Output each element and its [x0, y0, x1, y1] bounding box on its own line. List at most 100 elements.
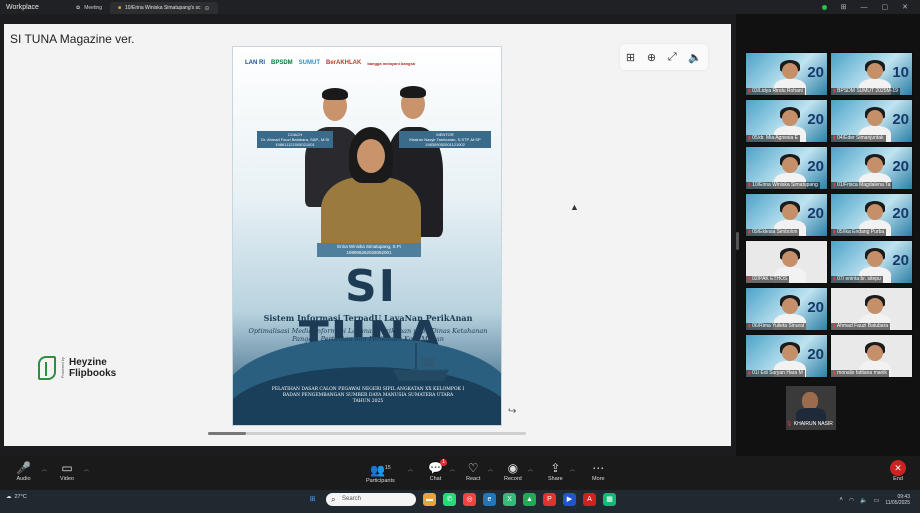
volume-icon[interactable]: 🔈 — [860, 497, 867, 504]
chat-icon: 💬 1 — [428, 459, 447, 476]
app-icon[interactable]: ▲ — [523, 493, 536, 506]
mentor-nip: 198309052001121002 — [425, 142, 465, 147]
background-number: 20 — [807, 158, 824, 175]
muted-mic-icon: ▮ — [833, 370, 836, 376]
participant-face — [867, 298, 883, 314]
audio-button[interactable]: 🎤 Audio — [16, 460, 31, 482]
muted-mic-icon: ▮ — [748, 135, 751, 141]
gallery-resize-handle[interactable] — [736, 232, 739, 250]
chevron-up-icon[interactable]: ︿ — [528, 466, 533, 473]
scroll-thumb[interactable] — [208, 432, 246, 435]
whatsapp-icon[interactable]: ✆ — [443, 493, 456, 506]
more-button[interactable]: ⋯ More — [592, 460, 605, 482]
participant-video-tile[interactable]: ▮ Ahmad Fauzi Batubara — [830, 287, 913, 331]
participant-video-tile[interactable]: ▮ monalis fattiana manik — [830, 334, 913, 378]
grid-icon[interactable]: ⊞ — [841, 3, 847, 11]
participant-name: ▮ 03/Lidya Rindu Rohani — [746, 88, 805, 95]
muted-mic-icon: ▮ — [748, 276, 751, 282]
participant-name-text: KHAIRUN NASIR — [793, 421, 833, 427]
windows-start-icon[interactable]: ⊞ — [306, 493, 319, 506]
powerpoint-icon[interactable]: P — [543, 493, 556, 506]
excel-icon[interactable]: X — [503, 493, 516, 506]
share-arrow-icon[interactable]: ↪ — [508, 406, 516, 417]
participant-face — [782, 204, 798, 220]
participant-video-tile[interactable]: 20 ▮ 06/Rima Yulieta Sinurat — [745, 287, 828, 331]
maximize-icon[interactable]: ▢ — [882, 3, 889, 11]
participant-name: ▮ 09/Eklesia Simbolon — [746, 229, 800, 236]
chevron-up-icon[interactable]: ︿ — [450, 466, 455, 473]
chevron-up-icon[interactable]: ︿ — [570, 466, 575, 473]
more-icon: ⋯ — [592, 461, 605, 475]
app-icon[interactable]: ▦ — [603, 493, 616, 506]
thumbnails-icon[interactable]: ⊞ — [626, 51, 635, 64]
participant-video-tile[interactable]: 20 ▮ 09/Eklesia Simbolon — [745, 193, 828, 237]
participant-video-tile[interactable]: 20 ▮ 07/ eninta br. sitepu — [830, 240, 913, 284]
close-window-icon[interactable]: ✕ — [902, 3, 908, 11]
participant-name-text: monalis fattiana manik — [837, 370, 887, 376]
participant-video-tile[interactable]: 20 ▮ 03/Lidya Rindu Rohani — [745, 52, 828, 96]
windows-taskbar: ☁ 27°C ⊞ Search ▬ ✆ ◎ e X ▲ P ▶ A ▦ ˄ ◠ … — [0, 490, 920, 513]
participant-face — [782, 63, 798, 79]
chevron-up-icon[interactable]: ︿ — [408, 466, 413, 473]
page-scrollbar[interactable] — [208, 432, 526, 435]
fullscreen-icon[interactable]: ⤢ — [668, 51, 677, 64]
mouse-cursor-icon: ▲ — [570, 202, 579, 212]
ship-mast — [415, 343, 417, 369]
chrome-icon[interactable]: ◎ — [463, 493, 476, 506]
participant-name: ▮ 04/Eder Simanjuntak — [831, 135, 886, 142]
wifi-icon[interactable]: ◠ — [849, 497, 854, 504]
participant-name: ▮ Ahmad Fauzi Batubara — [831, 323, 891, 330]
battery-icon[interactable]: ▭ — [874, 497, 880, 504]
participant-video-tile[interactable]: 20 ▮ 04/Eder Simanjuntak — [830, 99, 913, 143]
edge-icon[interactable]: e — [483, 493, 496, 506]
pdf-icon[interactable]: A — [583, 493, 596, 506]
muted-mic-icon: ▮ — [833, 323, 836, 329]
heyzine-logo[interactable]: Powered by Heyzine Flipbooks — [38, 356, 116, 380]
taskbar-search[interactable]: Search — [326, 493, 416, 506]
participant-video-tile[interactable]: 20 ▮ 05/dr. Mia Agnesia E — [745, 99, 828, 143]
participant-video-tile[interactable]: 10 ▮ BPSDM SUMUT 2025M-19 — [830, 52, 913, 96]
muted-mic-icon: ▮ — [833, 229, 836, 235]
participant-video-tile[interactable]: ▮ 02/PAK ETHOS — [745, 240, 828, 284]
video-button[interactable]: ▭ Video — [60, 460, 74, 482]
minimize-icon[interactable]: — — [861, 4, 868, 11]
chevron-up-icon[interactable]: ︿ — [42, 466, 47, 473]
tab-meeting[interactable]: ✿ Meeting — [68, 2, 110, 14]
participant-name-text: 05/dr. Mia Agnesia E — [752, 135, 799, 141]
muted-mic-icon: 🎙 — [786, 421, 793, 427]
zoom-in-icon[interactable]: ⊕ — [647, 51, 656, 64]
participant-name-text: BPSDM SUMUT 2025M-19 — [837, 88, 898, 94]
taskbar-apps: ⊞ Search ▬ ✆ ◎ e X ▲ P ▶ A ▦ — [306, 493, 616, 506]
brand-line2: Flipbooks — [69, 368, 117, 379]
heyzine-leaf-icon — [38, 356, 56, 380]
zoom-icon[interactable]: ▶ — [563, 493, 576, 506]
chat-button[interactable]: 💬 1 Chat — [428, 459, 447, 482]
participant-face — [867, 251, 883, 267]
participants-button[interactable]: 👥15 Participants — [366, 460, 395, 484]
clock[interactable]: 09:43 11/05/2025 — [885, 494, 910, 506]
tab-share-screen[interactable]: ■ 10/Erina Winiska Simatupang's sc ⊖ — [110, 2, 218, 14]
weather-widget[interactable]: ☁ 27°C — [6, 494, 27, 500]
record-button[interactable]: ◉ Record — [504, 460, 522, 482]
end-label: End — [893, 476, 903, 482]
participant-video-tile[interactable]: 20 ▮ 01/Frisca Magdalena Ta — [830, 146, 913, 190]
participant-video-tile[interactable]: 20 ▮ 05/Ika Endang Purba — [830, 193, 913, 237]
chevron-up-icon[interactable]: ︿ — [84, 466, 89, 473]
sound-icon[interactable]: 🔈 — [688, 51, 702, 64]
end-button[interactable]: ✕ End — [890, 460, 906, 482]
muted-mic-icon: ▮ — [748, 88, 751, 94]
chevron-up-icon[interactable]: ˄ — [839, 497, 843, 503]
date: 11/05/2025 — [885, 500, 910, 506]
file-explorer-icon[interactable]: ▬ — [423, 493, 436, 506]
chevron-up-icon[interactable]: ︿ — [488, 466, 493, 473]
video-camera-icon: ▭ — [61, 461, 73, 475]
participant-video-tile[interactable]: 20 ▮ 01/ Edi Suryan Hara M — [745, 334, 828, 378]
participant-video-tile[interactable]: 20 ▮ 10/Erina Winiska Simatupang — [745, 146, 828, 190]
participant-face — [782, 157, 798, 173]
share-button[interactable]: ⇪ Share — [548, 460, 563, 482]
tab-label: Meeting — [84, 5, 102, 11]
title-bar: Workplace ✿ Meeting ■ 10/Erina Winiska S… — [0, 0, 920, 14]
react-button[interactable]: ♡ React — [466, 460, 480, 482]
close-icon[interactable]: ⊖ — [204, 5, 209, 12]
muted-mic-icon: ▮ — [833, 276, 836, 282]
